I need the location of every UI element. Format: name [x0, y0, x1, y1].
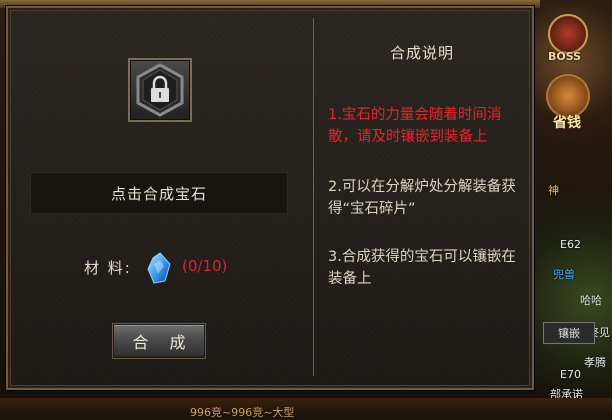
compose-prompt-bar[interactable]: 点击合成宝石 [30, 172, 288, 214]
hud-inlay-chip[interactable]: 镶嵌 [543, 322, 595, 344]
info-item-1: 1.宝石的力量会随着时间消散，请及时镶嵌到装备上 [328, 107, 502, 145]
lock-icon [136, 63, 184, 117]
bottom-frame-strip [0, 398, 612, 416]
hud-misc-3: 哈哈 [580, 294, 602, 307]
hud-level-label-2: E70 [560, 368, 581, 381]
panel-divider [313, 18, 314, 376]
boss-portrait-icon[interactable] [548, 14, 588, 54]
save-money-label[interactable]: 省钱 [553, 112, 581, 132]
gem-slot[interactable] [128, 58, 192, 122]
boss-label[interactable]: BOSS [548, 50, 581, 63]
hud-misc-1: 神 [548, 184, 559, 197]
info-item-3: 3.合成获得的宝石可以镶嵌在装备上 [328, 249, 516, 287]
compose-prompt-text: 点击合成宝石 [110, 184, 207, 203]
info-item-2: 2.可以在分解炉处分解装备获得“宝石碎片” [328, 179, 516, 217]
material-count: (0/10) [182, 257, 228, 275]
compose-button[interactable]: 合 成 [113, 324, 205, 358]
info-title: 合成说明 [389, 44, 454, 62]
hud-misc-5: 孝腾 [584, 356, 606, 369]
bottom-ticker: 996竞~996竞~大型 [190, 406, 295, 419]
blue-gem-icon [147, 252, 171, 284]
hud-misc-2: 兜兽 [553, 268, 575, 281]
material-label: 材 料: [84, 259, 132, 277]
hud-level-label: E62 [560, 238, 581, 251]
